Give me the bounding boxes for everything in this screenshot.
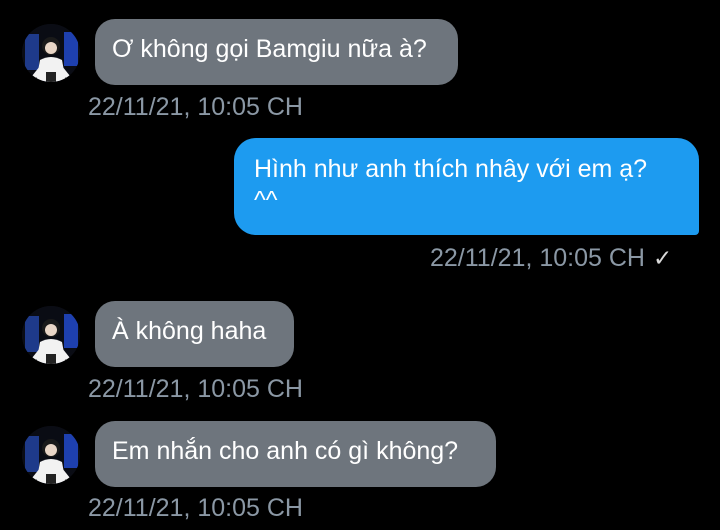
message-timestamp-row: 22/11/21, 10:05 CH ✓ [430,244,672,273]
message-bubble-received[interactable]: Ơ không gọi Bamgiu nữa à? [95,19,458,85]
message-bubble-received[interactable]: Em nhắn cho anh có gì không? [95,421,496,487]
avatar-photo [22,306,80,364]
avatar[interactable] [22,24,80,82]
message-text: Ơ không gọi Bamgiu nữa à? [112,35,427,63]
message-text: Em nhắn cho anh có gì không? [112,437,459,465]
message-timestamp: 22/11/21, 10:05 CH [430,244,645,272]
message-bubble-received[interactable]: À không haha [95,301,294,367]
message-bubble-sent[interactable]: Hình như anh thích nhây với em ạ? ^^ [234,138,699,235]
avatar[interactable] [22,426,80,484]
message-timestamp: 22/11/21, 10:05 CH [88,93,303,121]
avatar-photo [22,426,80,484]
message-timestamp: 22/11/21, 10:05 CH [88,375,303,403]
checkmark-icon: ✓ [652,245,673,271]
message-text: À không haha [112,317,267,345]
avatar[interactable] [22,306,80,364]
message-timestamp: 22/11/21, 10:05 CH [88,494,303,522]
avatar-photo [22,24,80,82]
message-text: Hình như anh thích nhây với em ạ? ^^ [254,155,648,214]
chat-thread: Ơ không gọi Bamgiu nữa à? 22/11/21, 10:0… [0,0,720,530]
